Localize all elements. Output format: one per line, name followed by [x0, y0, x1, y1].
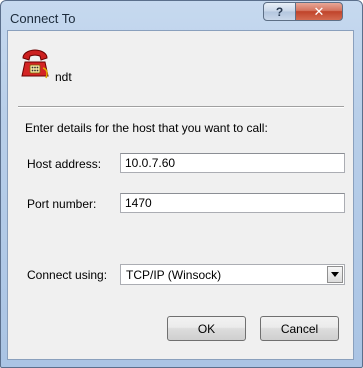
connect-using-select[interactable]: TCP/IP (Winsock): [120, 264, 345, 285]
window-title: Connect To: [10, 11, 76, 26]
connection-name: ndt: [55, 70, 72, 84]
connect-using-value: TCP/IP (Winsock): [126, 268, 222, 282]
dropdown-arrow-button[interactable]: [327, 266, 343, 283]
ok-button[interactable]: OK: [167, 316, 246, 341]
close-button[interactable]: ✕: [295, 2, 343, 21]
help-button[interactable]: ?: [263, 2, 296, 21]
host-address-input[interactable]: [120, 153, 345, 173]
instructions-text: Enter details for the host that you want…: [25, 121, 268, 135]
chevron-down-icon: [331, 272, 339, 277]
port-number-label: Port number:: [27, 197, 97, 211]
separator: [18, 106, 344, 108]
host-address-label: Host address:: [27, 157, 102, 171]
help-icon: ?: [275, 4, 284, 19]
title-bar[interactable]: Connect To ? ✕: [1, 1, 362, 31]
port-number-input[interactable]: [120, 193, 345, 213]
cancel-button[interactable]: Cancel: [260, 316, 339, 341]
close-icon: ✕: [313, 3, 325, 19]
connect-using-label: Connect using:: [27, 268, 108, 282]
telephone-icon: [21, 49, 49, 79]
